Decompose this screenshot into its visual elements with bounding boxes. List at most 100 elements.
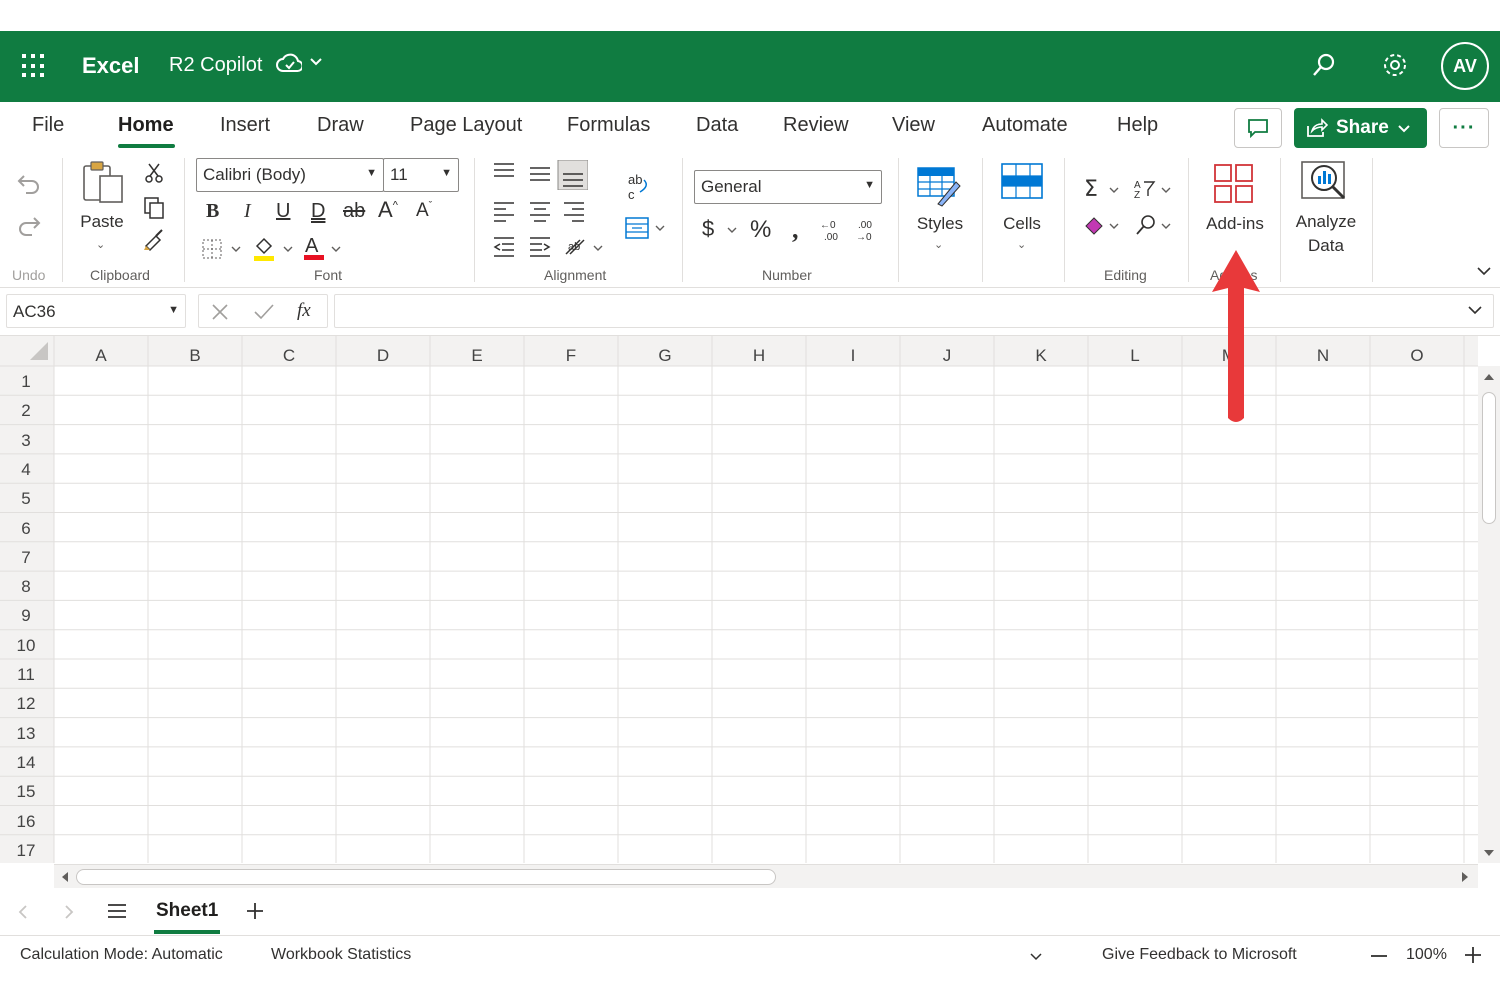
row-header-10[interactable]: 10 bbox=[0, 636, 52, 656]
increase-font-size-button[interactable]: A^ bbox=[378, 197, 398, 223]
cells-icon[interactable] bbox=[1000, 160, 1044, 209]
chevron-down-icon[interactable] bbox=[308, 53, 324, 74]
app-name[interactable]: Excel bbox=[82, 53, 140, 79]
tab-insert[interactable]: Insert bbox=[220, 114, 270, 137]
row-header-16[interactable]: 16 bbox=[0, 812, 52, 832]
underline-button[interactable]: U bbox=[276, 200, 290, 223]
autosum-icon[interactable]: ΣAZ bbox=[1082, 176, 1176, 205]
ribbon-collapse-icon[interactable] bbox=[1476, 264, 1492, 282]
give-feedback-link[interactable]: Give Feedback to Microsoft bbox=[1102, 946, 1297, 964]
chevron-down-icon[interactable] bbox=[1467, 303, 1483, 319]
styles-button[interactable]: Styles bbox=[912, 214, 968, 234]
bold-button[interactable]: B bbox=[206, 200, 219, 223]
font-name-select[interactable]: Calibri (Body) ▼ bbox=[196, 158, 384, 192]
align-top-icon[interactable] bbox=[492, 159, 589, 195]
row-header-4[interactable]: 4 bbox=[0, 460, 52, 480]
strikethrough-button[interactable]: ab bbox=[343, 200, 365, 223]
prev-sheet-icon[interactable] bbox=[16, 904, 30, 920]
column-header-e[interactable]: E bbox=[430, 346, 524, 366]
scroll-left-icon[interactable] bbox=[60, 871, 70, 883]
gear-icon[interactable] bbox=[1380, 50, 1410, 80]
row-header-1[interactable]: 1 bbox=[0, 372, 52, 392]
indent-icon[interactable]: ab bbox=[492, 234, 604, 265]
row-header-17[interactable]: 17 bbox=[0, 841, 52, 861]
tab-review[interactable]: Review bbox=[783, 114, 849, 137]
paste-button[interactable]: Paste bbox=[78, 212, 126, 232]
vertical-scroll-thumb[interactable] bbox=[1482, 392, 1496, 524]
column-header-c[interactable]: C bbox=[242, 346, 336, 366]
addins-button[interactable]: Add-ins bbox=[1200, 214, 1270, 234]
row-header-2[interactable]: 2 bbox=[0, 401, 52, 421]
select-all-button[interactable] bbox=[28, 340, 50, 362]
copy-icon[interactable] bbox=[142, 196, 166, 225]
clear-icon[interactable] bbox=[1082, 212, 1176, 243]
row-header-5[interactable]: 5 bbox=[0, 489, 52, 509]
column-header-g[interactable]: G bbox=[618, 346, 712, 366]
cut-icon[interactable] bbox=[144, 162, 164, 189]
horizontal-scroll-thumb[interactable] bbox=[76, 869, 776, 885]
tab-automate[interactable]: Automate bbox=[982, 114, 1068, 137]
row-header-6[interactable]: 6 bbox=[0, 519, 52, 539]
scroll-up-icon[interactable] bbox=[1483, 372, 1495, 382]
zoom-level[interactable]: 100% bbox=[1406, 946, 1447, 964]
share-button[interactable]: Share bbox=[1294, 108, 1427, 148]
cells-button[interactable]: Cells bbox=[996, 214, 1048, 234]
horizontal-scrollbar[interactable] bbox=[54, 864, 1478, 888]
decrease-font-size-button[interactable]: Aˇ bbox=[416, 200, 432, 222]
column-header-l[interactable]: L bbox=[1088, 346, 1182, 366]
double-underline-button[interactable]: D bbox=[311, 200, 325, 223]
row-header-7[interactable]: 7 bbox=[0, 548, 52, 568]
italic-button[interactable]: I bbox=[244, 200, 251, 223]
all-sheets-menu-icon[interactable] bbox=[106, 902, 128, 920]
tab-formulas[interactable]: Formulas bbox=[567, 114, 650, 137]
number-format-select[interactable]: General ▼ bbox=[694, 170, 882, 204]
chevron-down-icon[interactable]: ⌄ bbox=[1017, 238, 1026, 251]
tab-home[interactable]: Home bbox=[118, 114, 174, 137]
add-sheet-icon[interactable] bbox=[245, 901, 265, 921]
undo-icon[interactable] bbox=[16, 172, 42, 201]
row-header-14[interactable]: 14 bbox=[0, 753, 52, 773]
align-left-icon[interactable] bbox=[492, 200, 588, 227]
tab-page-layout[interactable]: Page Layout bbox=[410, 114, 522, 137]
font-size-select[interactable]: 11 ▼ bbox=[383, 158, 459, 192]
wrap-text-icon[interactable]: ab c bbox=[626, 172, 652, 207]
column-header-i[interactable]: I bbox=[806, 346, 900, 366]
avatar[interactable]: AV bbox=[1441, 42, 1489, 90]
column-header-b[interactable]: B bbox=[148, 346, 242, 366]
enter-check-icon[interactable] bbox=[253, 303, 275, 321]
tab-draw[interactable]: Draw bbox=[317, 114, 364, 137]
column-header-o[interactable]: O bbox=[1370, 346, 1464, 366]
scroll-down-icon[interactable] bbox=[1483, 848, 1495, 858]
analyze-data-icon[interactable] bbox=[1300, 158, 1352, 213]
calculation-mode[interactable]: Calculation Mode: Automatic bbox=[20, 946, 223, 964]
tab-view[interactable]: View bbox=[892, 114, 935, 137]
column-header-h[interactable]: H bbox=[712, 346, 806, 366]
vertical-scrollbar[interactable] bbox=[1478, 366, 1500, 863]
column-header-d[interactable]: D bbox=[336, 346, 430, 366]
analyze-data-label-1[interactable]: Analyze bbox=[1292, 212, 1360, 232]
tab-help[interactable]: Help bbox=[1117, 114, 1158, 137]
document-name[interactable]: R2 Copilot bbox=[169, 54, 262, 77]
paste-icon[interactable] bbox=[80, 158, 126, 211]
chevron-down-icon[interactable]: ⌄ bbox=[934, 238, 943, 251]
insert-function-icon[interactable]: fx bbox=[297, 300, 311, 322]
next-sheet-icon[interactable] bbox=[62, 904, 76, 920]
row-header-13[interactable]: 13 bbox=[0, 724, 52, 744]
fill-color-icon[interactable] bbox=[252, 234, 294, 267]
row-header-8[interactable]: 8 bbox=[0, 577, 52, 597]
row-header-15[interactable]: 15 bbox=[0, 782, 52, 802]
more-options-button[interactable]: ··· bbox=[1439, 108, 1489, 148]
chevron-down-icon[interactable] bbox=[1030, 952, 1042, 962]
column-header-j[interactable]: J bbox=[900, 346, 994, 366]
workbook-statistics[interactable]: Workbook Statistics bbox=[271, 946, 411, 964]
row-header-9[interactable]: 9 bbox=[0, 606, 52, 626]
app-launcher-icon[interactable] bbox=[22, 54, 46, 78]
tab-data[interactable]: Data bbox=[696, 114, 738, 137]
addins-icon[interactable] bbox=[1212, 162, 1256, 211]
column-header-a[interactable]: A bbox=[54, 346, 148, 366]
column-header-n[interactable]: N bbox=[1276, 346, 1370, 366]
zoom-in-icon[interactable] bbox=[1464, 946, 1482, 964]
comments-button[interactable] bbox=[1234, 108, 1282, 148]
merge-center-icon[interactable] bbox=[624, 216, 668, 245]
chevron-down-icon[interactable]: ⌄ bbox=[96, 238, 105, 251]
